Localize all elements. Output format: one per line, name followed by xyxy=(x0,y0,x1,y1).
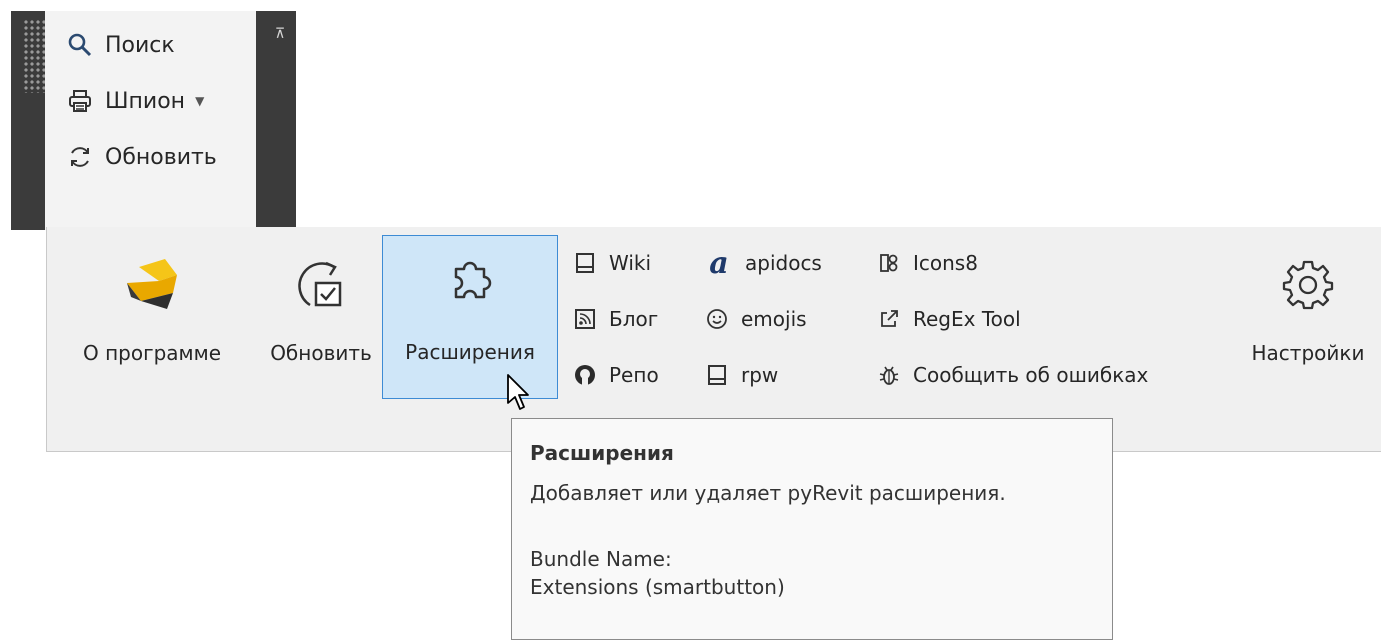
github-icon xyxy=(573,363,597,387)
spy-button[interactable]: Шпион ▼ xyxy=(67,81,204,121)
apidocs-label: apidocs xyxy=(745,251,822,275)
rpw-label: rpw xyxy=(741,363,779,387)
tooltip-title: Расширения xyxy=(530,441,674,465)
link-icons8[interactable]: Icons8 xyxy=(877,245,978,281)
spy-label: Шпион xyxy=(105,88,186,114)
bug-icon xyxy=(877,363,901,387)
link-blog[interactable]: Блог xyxy=(573,301,658,337)
search-button[interactable]: Поиск xyxy=(67,25,175,65)
panel-body: Поиск Шпион ▼ Обновить xyxy=(45,11,256,230)
pyrevit-logo-icon xyxy=(121,249,183,319)
floating-panel: Поиск Шпион ▼ Обновить ⊼ xyxy=(11,11,296,230)
tooltip-bundle-label: Bundle Name: xyxy=(530,547,672,571)
reload-button[interactable]: Обновить xyxy=(67,137,217,177)
tooltip-bundle-value: Extensions (smartbutton) xyxy=(530,575,785,599)
link-wiki[interactable]: Wiki xyxy=(573,245,651,281)
smiley-icon xyxy=(705,307,729,331)
update-button[interactable]: Обновить xyxy=(265,237,377,397)
link-rpw[interactable]: rpw xyxy=(705,357,778,393)
refresh-icon xyxy=(67,144,93,170)
puzzle-icon xyxy=(442,248,498,318)
mouse-cursor-icon xyxy=(506,373,532,413)
icons8-label: Icons8 xyxy=(913,251,978,275)
settings-label: Настройки xyxy=(1251,341,1365,365)
book-icon xyxy=(573,251,597,275)
icons8-icon xyxy=(877,251,901,275)
printer-icon xyxy=(67,88,93,114)
about-label: О программе xyxy=(82,341,222,365)
settings-button[interactable]: Настройки xyxy=(1233,237,1381,397)
drag-grip-handle[interactable] xyxy=(23,19,45,93)
extensions-label: Расширения xyxy=(405,340,535,364)
collapse-panel-button[interactable]: ⊼ xyxy=(270,23,290,45)
repo-label: Репо xyxy=(609,363,659,387)
emojis-label: emojis xyxy=(741,307,807,331)
link-emojis[interactable]: emojis xyxy=(705,301,807,337)
about-button[interactable]: О программе xyxy=(59,237,245,397)
link-regex-tool[interactable]: RegEx Tool xyxy=(877,301,1021,337)
external-link-icon xyxy=(877,307,901,331)
update-icon xyxy=(290,249,352,319)
wiki-label: Wiki xyxy=(609,251,652,275)
blog-label: Блог xyxy=(609,307,659,331)
link-report-bugs[interactable]: Сообщить об ошибках xyxy=(877,357,1148,393)
report-bugs-label: Сообщить об ошибках xyxy=(913,363,1149,387)
chevron-down-icon[interactable]: ▼ xyxy=(195,94,204,108)
update-label: Обновить xyxy=(270,341,372,365)
link-apidocs[interactable]: a apidocs xyxy=(705,245,822,281)
link-repo[interactable]: Репо xyxy=(573,357,659,393)
book-icon xyxy=(705,363,729,387)
tooltip: Расширения Добавляет или удаляет pyRevit… xyxy=(511,418,1113,640)
rss-icon xyxy=(573,307,597,331)
reload-label: Обновить xyxy=(105,144,217,170)
search-icon xyxy=(67,32,93,58)
tooltip-description: Добавляет или удаляет pyRevit расширения… xyxy=(530,481,1006,505)
search-label: Поиск xyxy=(105,32,175,58)
apidocs-a-icon: a xyxy=(709,245,729,281)
gear-icon xyxy=(1280,249,1336,319)
regex-tool-label: RegEx Tool xyxy=(913,307,1021,331)
